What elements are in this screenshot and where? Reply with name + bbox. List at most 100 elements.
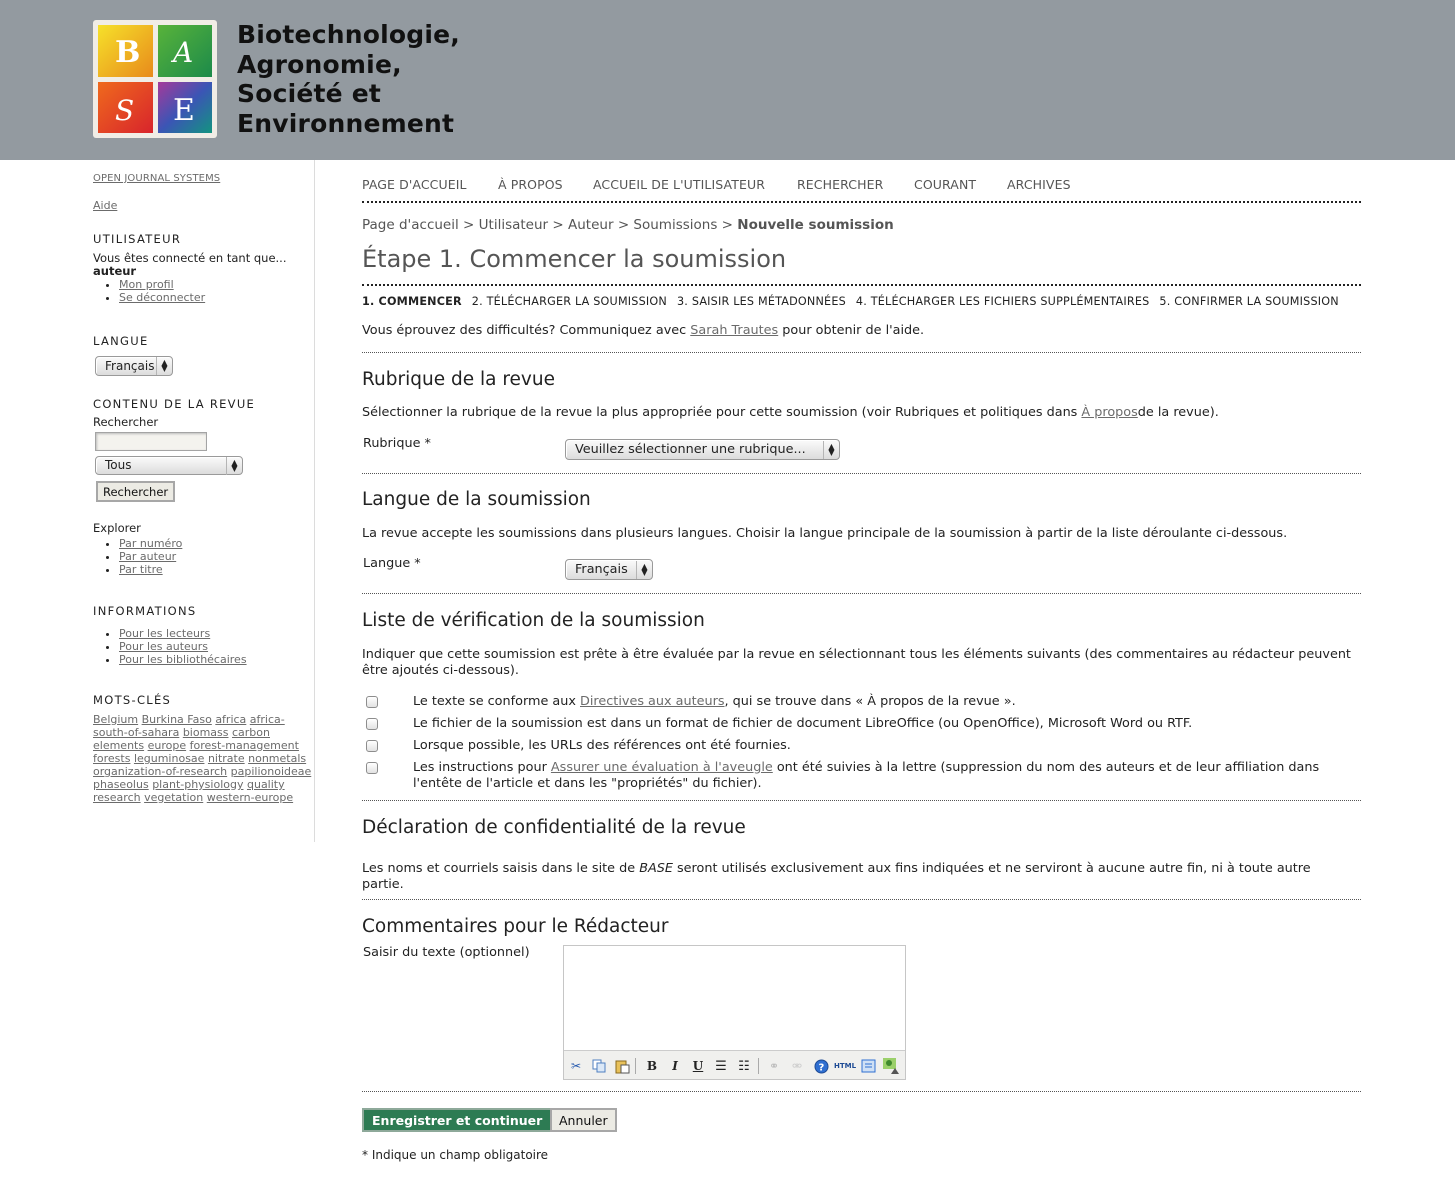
logo-letter-a: A: [170, 36, 193, 69]
checklist-checkbox[interactable]: [366, 696, 378, 708]
copy-icon[interactable]: [590, 1057, 608, 1075]
for-librarians-link[interactable]: Pour les bibliothécaires: [119, 653, 247, 666]
breadcrumb-home[interactable]: Page d'accueil: [362, 217, 459, 233]
nav-divider: [362, 201, 1361, 203]
keyword-link[interactable]: carbon: [232, 726, 270, 739]
journal-logo[interactable]: B A S E: [93, 20, 217, 138]
select-arrows-icon: ▲ ▼: [226, 456, 242, 475]
author-guidelines-link[interactable]: Directives aux auteurs: [580, 694, 725, 709]
save-and-continue-button[interactable]: Enregistrer et continuer: [362, 1108, 553, 1132]
for-readers-link[interactable]: Pour les lecteurs: [119, 627, 210, 640]
html-icon[interactable]: HTML: [834, 1057, 856, 1075]
fullscreen-icon[interactable]: [859, 1057, 877, 1075]
help-link[interactable]: Aide: [93, 199, 117, 212]
ojs-link[interactable]: OPEN JOURNAL SYSTEMS: [93, 173, 220, 184]
keyword-link[interactable]: quality: [247, 778, 285, 791]
checklist-checkbox[interactable]: [366, 718, 378, 730]
browse-by-author-link[interactable]: Par auteur: [119, 550, 176, 563]
comments-editor: ✂ B I U ☰ ☷ ⚭ ⚮ ? HTML: [563, 945, 906, 1080]
keyword-link[interactable]: plant-physiology: [152, 778, 243, 791]
keyword-link[interactable]: europe: [148, 739, 187, 752]
keyword-link[interactable]: africa: [215, 713, 246, 726]
nav-current[interactable]: COURANT: [914, 177, 976, 192]
for-authors-link[interactable]: Pour les auteurs: [119, 640, 208, 653]
breadcrumb-user[interactable]: Utilisateur: [479, 217, 548, 233]
sidebar-search-button[interactable]: Rechercher: [96, 481, 176, 502]
comments-textarea[interactable]: [564, 946, 905, 1049]
logo-letter-s: S: [115, 94, 134, 127]
keyword-link[interactable]: elements: [93, 739, 144, 752]
logout-link[interactable]: Se déconnecter: [119, 291, 205, 304]
keyword-link[interactable]: biomass: [183, 726, 229, 739]
keyword-link[interactable]: papilionoideae: [231, 765, 312, 778]
language-select[interactable]: Français ▲ ▼: [95, 356, 173, 376]
sidebar: OPEN JOURNAL SYSTEMS Aide UTILISATEUR Vo…: [93, 160, 315, 842]
site-title-line: Biotechnologie,: [237, 20, 460, 49]
browse-by-title-link[interactable]: Par titre: [119, 563, 163, 576]
cancel-button[interactable]: Annuler: [550, 1108, 617, 1132]
help-icon[interactable]: ?: [812, 1057, 830, 1075]
keyword-link[interactable]: vegetation: [144, 791, 203, 804]
keyword-link[interactable]: research: [93, 791, 141, 804]
breadcrumb-separator: >: [721, 217, 733, 233]
paste-icon[interactable]: [613, 1057, 631, 1075]
keyword-link[interactable]: nitrate: [208, 752, 245, 765]
required-field-note: * Indique un champ obligatoire: [362, 1148, 549, 1162]
cut-icon[interactable]: ✂: [567, 1057, 585, 1075]
about-link[interactable]: À propos: [1081, 405, 1137, 420]
toolbar-separator: [758, 1058, 759, 1074]
link-icon[interactable]: ⚭: [765, 1057, 783, 1075]
step-1-current: 1. COMMENCER: [362, 295, 462, 308]
rubrique-desc-after: de la revue).: [1137, 405, 1219, 420]
breadcrumb-author[interactable]: Auteur: [568, 217, 614, 233]
rubrique-select[interactable]: Veuillez sélectionner une rubrique... ▲ ▼: [565, 439, 840, 460]
checklist-text: Le fichier de la soumission est dans un …: [413, 716, 1193, 731]
underline-icon[interactable]: U: [689, 1057, 707, 1075]
checklist-checkbox[interactable]: [366, 740, 378, 752]
my-profile-link[interactable]: Mon profil: [119, 278, 174, 291]
keyword-link[interactable]: western-europe: [207, 791, 293, 804]
bullet-list-icon[interactable]: ☰: [712, 1057, 730, 1075]
italic-icon[interactable]: I: [666, 1057, 684, 1075]
section-heading-language: Langue de la soumission: [362, 489, 591, 510]
sidebar-search-input[interactable]: [95, 432, 207, 451]
nav-user-home[interactable]: ACCUEIL DE L'UTILISATEUR: [593, 177, 765, 192]
site-header: B A S E Biotechnologie, Agronomie, Socié…: [0, 0, 1455, 160]
divider: [362, 352, 1361, 353]
keyword-link[interactable]: forest-management: [190, 739, 299, 752]
keyword-link[interactable]: forests: [93, 752, 130, 765]
help-text-after: pour obtenir de l'aide.: [778, 323, 925, 338]
breadcrumb-separator: >: [463, 217, 475, 233]
keyword-link[interactable]: leguminosae: [134, 752, 205, 765]
keyword-link[interactable]: Belgium: [93, 713, 138, 726]
search-scope-select[interactable]: Tous ▲ ▼: [95, 456, 243, 475]
submission-language-select[interactable]: Français ▲ ▼: [565, 559, 653, 580]
checklist-checkbox[interactable]: [366, 762, 378, 774]
nav-archives[interactable]: ARCHIVES: [1007, 177, 1071, 192]
language-description: La revue accepte les soumissions dans pl…: [362, 526, 1288, 541]
site-title: Biotechnologie, Agronomie, Société et En…: [237, 20, 460, 138]
breadcrumb-submissions[interactable]: Soumissions: [633, 217, 717, 233]
nav-home[interactable]: PAGE D'ACCUEIL: [362, 177, 467, 192]
keyword-link[interactable]: Burkina Faso: [142, 713, 212, 726]
browse-by-issue-link[interactable]: Par numéro: [119, 537, 182, 550]
rubrique-desc-before: Sélectionner la rubrique de la revue la …: [362, 405, 1082, 420]
nav-search[interactable]: RECHERCHER: [797, 177, 883, 192]
numbered-list-icon[interactable]: ☷: [735, 1057, 753, 1075]
journal-content-block: CONTENU DE LA REVUE Rechercher Tous ▲ ▼ R…: [93, 398, 315, 502]
unlink-icon[interactable]: ⚮: [788, 1057, 806, 1075]
contact-link[interactable]: Sarah Trautes: [690, 323, 778, 338]
nav-about[interactable]: À PROPOS: [498, 177, 563, 192]
image-upload-icon[interactable]: [881, 1057, 901, 1075]
divider: [362, 593, 1361, 594]
help-text-before: Vous éprouvez des difficultés? Communiqu…: [362, 323, 691, 338]
bold-icon[interactable]: B: [643, 1057, 661, 1075]
keyword-link[interactable]: phaseolus: [93, 778, 149, 791]
keyword-link[interactable]: organization-of-research: [93, 765, 227, 778]
language-block-title: LANGUE: [93, 334, 149, 348]
toolbar-separator: [635, 1058, 636, 1074]
blind-review-link[interactable]: Assurer une évaluation à l'aveugle: [551, 760, 773, 775]
keyword-link[interactable]: nonmetals: [248, 752, 306, 765]
language-label: Langue *: [363, 556, 421, 571]
step-4: 4. TÉLÉCHARGER LES FICHIERS SUPPLÉMENTAI…: [855, 295, 1150, 308]
